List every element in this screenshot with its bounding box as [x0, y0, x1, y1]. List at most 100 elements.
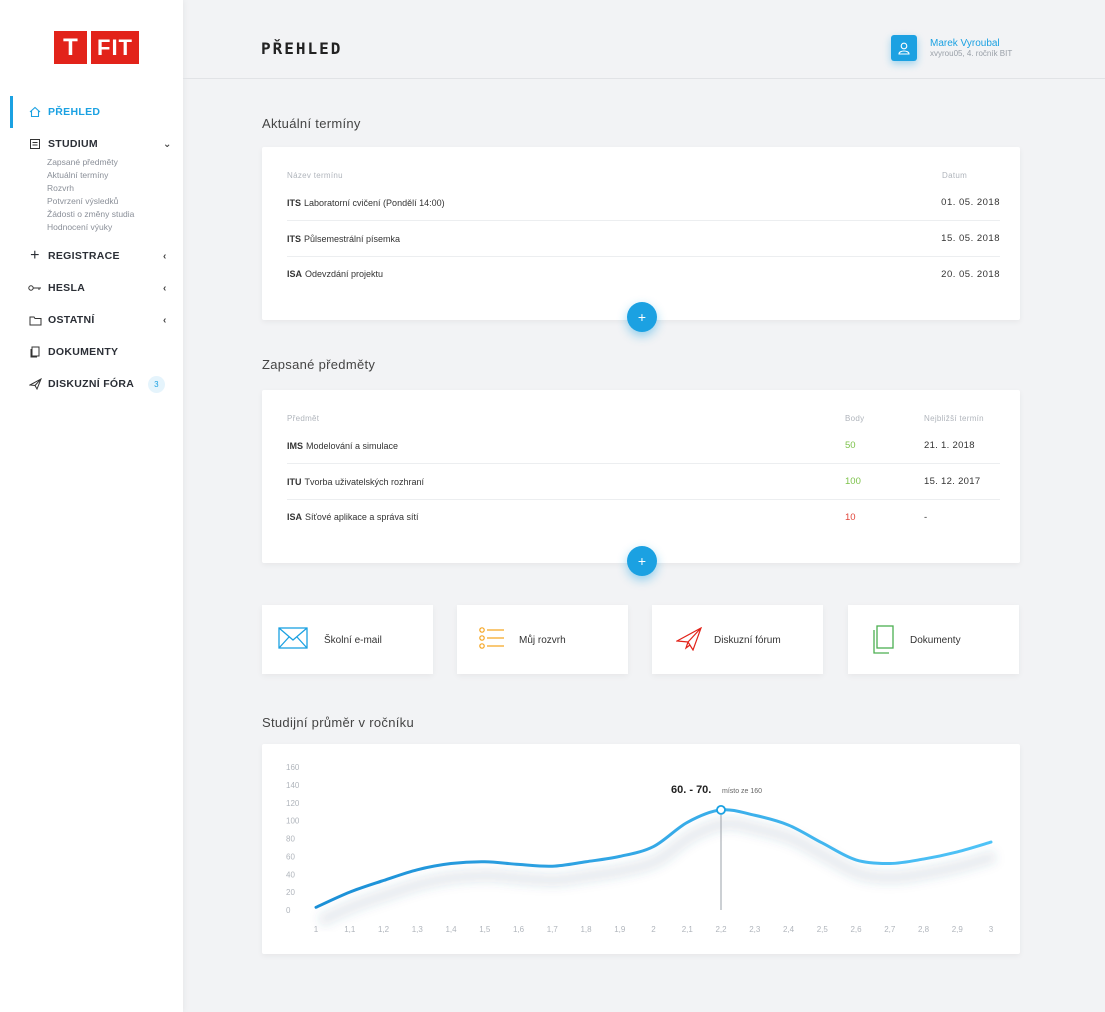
- table-row[interactable]: ITU Tvorba uživatelských rozhraní 100 15…: [287, 464, 1000, 500]
- col-header-name: Název termínu: [287, 171, 343, 180]
- sidebar-item-ostatni[interactable]: OSTATNÍ ‹: [0, 304, 183, 336]
- col-header-date: Datum: [942, 171, 968, 180]
- home-icon: [28, 106, 42, 118]
- y-tick-label: 160: [286, 763, 300, 772]
- highlight-point: [716, 805, 726, 815]
- y-tick-label: 0: [286, 906, 291, 915]
- x-tick-label: 2,8: [918, 925, 930, 934]
- x-tick-label: 1,6: [513, 925, 525, 934]
- x-tick-label: 1,4: [445, 925, 457, 934]
- col-header-term: Nejbližší termín: [924, 414, 984, 423]
- submenu-item-rozvrh[interactable]: Rozvrh: [47, 182, 183, 195]
- sidebar: T FIT PŘEHLED STUDIUM ⌄ Zapsané předměty…: [0, 0, 183, 1012]
- paper-plane-icon: [674, 626, 703, 656]
- term-date: 20. 05. 2018: [941, 268, 1000, 280]
- sidebar-item-label: HESLA: [48, 282, 86, 294]
- user-meta: xvyrou05, 4. ročník BIT: [930, 49, 1013, 58]
- documents-icon: [870, 625, 894, 660]
- x-tick-label: 3: [989, 925, 994, 934]
- sidebar-item-label: PŘEHLED: [48, 106, 101, 118]
- x-tick-label: 1,1: [344, 925, 356, 934]
- page-title: PŘEHLED: [261, 39, 343, 58]
- quick-link-schedule[interactable]: Můj rozvrh: [457, 605, 628, 674]
- logo-t: T: [54, 31, 87, 64]
- sidebar-item-prehled[interactable]: PŘEHLED: [0, 96, 183, 128]
- quick-link-label: Školní e-mail: [324, 635, 382, 646]
- term-date: 15. 05. 2018: [941, 233, 1000, 244]
- x-tick-label: 2,3: [749, 925, 761, 934]
- course-code: ISA: [287, 512, 303, 522]
- notification-badge: 3: [148, 375, 165, 393]
- documents-icon: [28, 346, 42, 358]
- quick-link-label: Dokumenty: [910, 635, 961, 646]
- table-row[interactable]: ITS Půlsemestrální písemka 15. 05. 2018: [287, 221, 1000, 257]
- plus-icon: +: [30, 247, 40, 264]
- user-avatar-icon[interactable]: [891, 35, 917, 61]
- submenu-item-potvrzeni-vysledku[interactable]: Potvrzení výsledků: [47, 195, 183, 208]
- quick-link-forum[interactable]: Diskuzní fórum: [652, 605, 823, 674]
- terms-card: Název termínu Datum ITS Laboratorní cvič…: [262, 147, 1020, 320]
- list-icon: [479, 627, 505, 658]
- mail-icon: [278, 627, 308, 654]
- course-next-term: -: [924, 511, 928, 523]
- annotation-note: místo ze 160: [722, 788, 762, 795]
- x-tick-label: 1,5: [479, 925, 491, 934]
- sidebar-item-diskuzni-fora[interactable]: DISKUZNÍ FÓRA 3: [0, 368, 183, 400]
- quick-link-documents[interactable]: Dokumenty: [848, 605, 1019, 674]
- y-tick-label: 120: [286, 799, 300, 808]
- quick-link-label: Můj rozvrh: [519, 635, 566, 646]
- chart-card: 0 20 40 60 80 100 120 140 160 1 1,1 1,2 1,3 1,4 1,5 1,…: [262, 744, 1020, 954]
- x-tick-label: 2: [651, 925, 656, 934]
- table-row[interactable]: IMS Modelování a simulace 50 21. 1. 2018: [287, 428, 1000, 464]
- add-subject-button[interactable]: +: [627, 546, 657, 576]
- x-tick-label: 1: [314, 925, 319, 934]
- y-tick-label: 80: [286, 835, 295, 844]
- add-term-button[interactable]: +: [627, 302, 657, 332]
- x-tick-label: 2,6: [850, 925, 862, 934]
- course-code: ITS: [287, 233, 302, 244]
- x-tick-label: 1,2: [378, 925, 390, 934]
- submenu-item-zadosti[interactable]: Žádosti o změny studia: [47, 208, 183, 221]
- x-tick-label: 1,3: [412, 925, 424, 934]
- sidebar-item-label: REGISTRACE: [48, 250, 120, 262]
- course-points: 100: [845, 476, 861, 487]
- sidebar-item-label: DOKUMENTY: [48, 346, 119, 358]
- y-tick-label: 140: [286, 781, 300, 790]
- annotation-value: 60. - 70.: [671, 784, 711, 796]
- x-tick-label: 2,9: [952, 925, 964, 934]
- y-tick-label: 20: [286, 888, 295, 897]
- submenu-item-hodnoceni-vyuky[interactable]: Hodnocení výuky: [47, 221, 183, 234]
- user-profile[interactable]: Marek Vyroubal xvyrou05, 4. ročník BIT: [891, 35, 1012, 61]
- subjects-section-title: Zapsané předměty: [262, 357, 376, 372]
- y-tick-label: 40: [286, 870, 295, 879]
- x-tick-label: 1,7: [547, 925, 559, 934]
- top-header: PŘEHLED Marek Vyroubal xvyrou05, 4. ročn…: [183, 0, 1105, 79]
- sidebar-item-label: DISKUZNÍ FÓRA: [48, 378, 135, 390]
- sidebar-item-registrace[interactable]: + REGISTRACE ‹: [0, 240, 183, 272]
- sidebar-item-studium[interactable]: STUDIUM ⌄: [0, 128, 183, 160]
- chevron-left-icon: ‹: [163, 314, 167, 326]
- user-name[interactable]: Marek Vyroubal: [930, 38, 1012, 49]
- x-tick-label: 2,5: [817, 925, 829, 934]
- sidebar-item-hesla[interactable]: HESLA ‹: [0, 272, 183, 304]
- table-row[interactable]: ISA Odevzdání projektu 20. 05. 2018: [287, 256, 1000, 292]
- course-points: 10: [845, 511, 856, 523]
- submenu-item-aktualni-terminy[interactable]: Aktuální termíny: [47, 169, 183, 182]
- quick-link-email[interactable]: Školní e-mail: [262, 605, 433, 674]
- col-header-points: Body: [845, 414, 865, 423]
- average-chart: 0 20 40 60 80 100 120 140 160 1 1,1 1,2 1,3 1,4 1,5 1,…: [286, 763, 997, 934]
- key-icon: [28, 284, 42, 292]
- chevron-left-icon: ‹: [163, 282, 167, 294]
- fit-logo[interactable]: T FIT: [54, 31, 139, 64]
- chevron-left-icon: ‹: [163, 250, 167, 262]
- course-name: Modelování a simulace: [306, 440, 399, 451]
- x-tick-label: 2,7: [884, 925, 896, 934]
- sidebar-nav: PŘEHLED STUDIUM ⌄ Zapsané předměty Aktuá…: [0, 96, 183, 400]
- sidebar-item-dokumenty[interactable]: DOKUMENTY: [0, 336, 183, 368]
- table-row[interactable]: ISA Síťové aplikace a správa sítí 10 -: [287, 499, 1000, 535]
- chart-line-shadow: [317, 817, 997, 927]
- table-row[interactable]: ITS Laboratorní cvičení (Pondělí 14:00) …: [287, 185, 1000, 221]
- term-name: Odevzdání projektu: [305, 269, 384, 279]
- col-header-subject: Předmět: [287, 414, 320, 423]
- paper-plane-icon: [28, 378, 42, 390]
